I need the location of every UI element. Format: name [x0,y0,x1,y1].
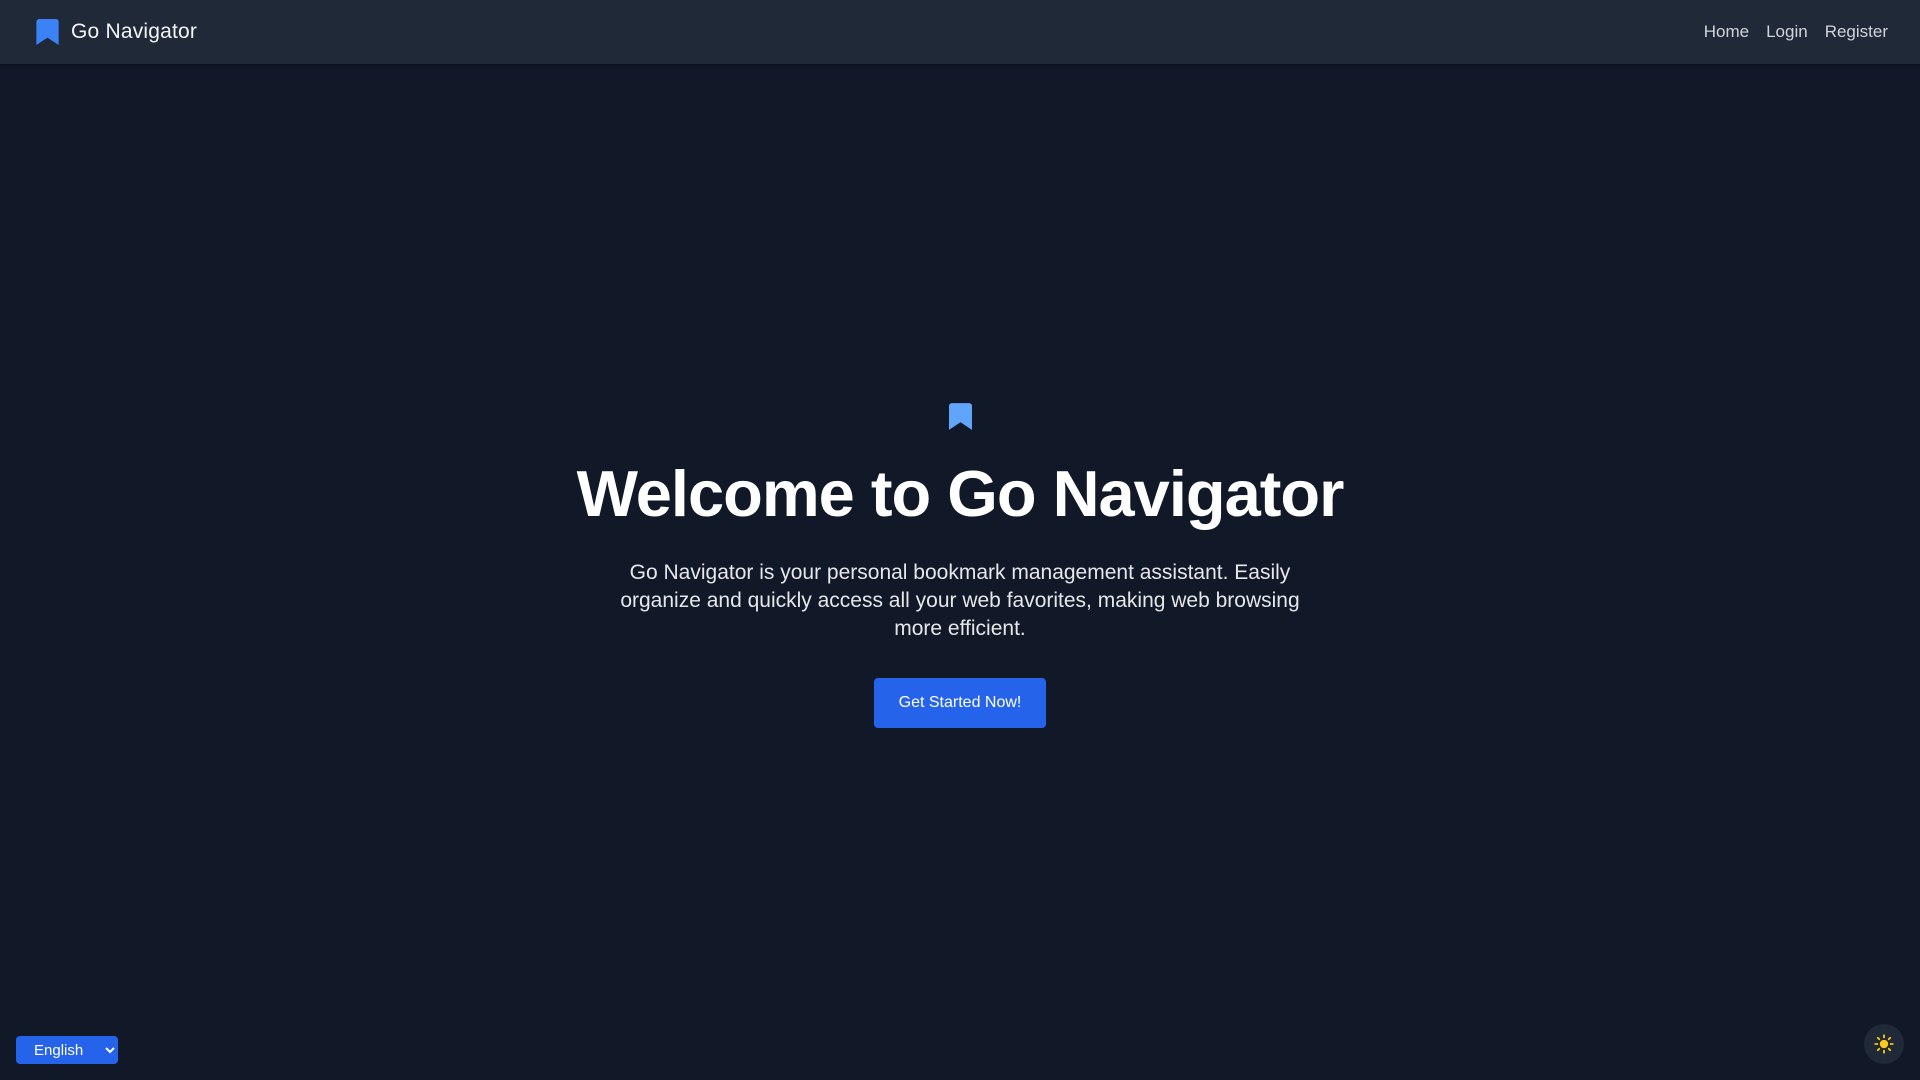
sun-icon [1874,1034,1894,1054]
hero-title: Welcome to Go Navigator [576,456,1345,530]
brand-name: Go Navigator [71,20,198,43]
nav-link-home[interactable]: Home [1704,22,1749,42]
nav-link-register[interactable]: Register [1825,22,1888,42]
top-navbar: Go Navigator Home Login Register [0,0,1920,64]
bookmark-icon [36,19,59,45]
theme-toggle-button[interactable] [1864,1024,1904,1064]
nav-link-login[interactable]: Login [1766,22,1808,42]
hero-description: Go Navigator is your personal bookmark m… [620,560,1300,640]
hero-section: Welcome to Go Navigator Go Navigator is … [0,64,1920,1080]
language-select[interactable]: English [16,1036,118,1064]
brand-link[interactable]: Go Navigator [36,19,197,45]
bookmark-icon [948,402,972,430]
get-started-button[interactable]: Get Started Now! [874,677,1046,728]
nav-links: Home Login Register [1704,22,1888,42]
